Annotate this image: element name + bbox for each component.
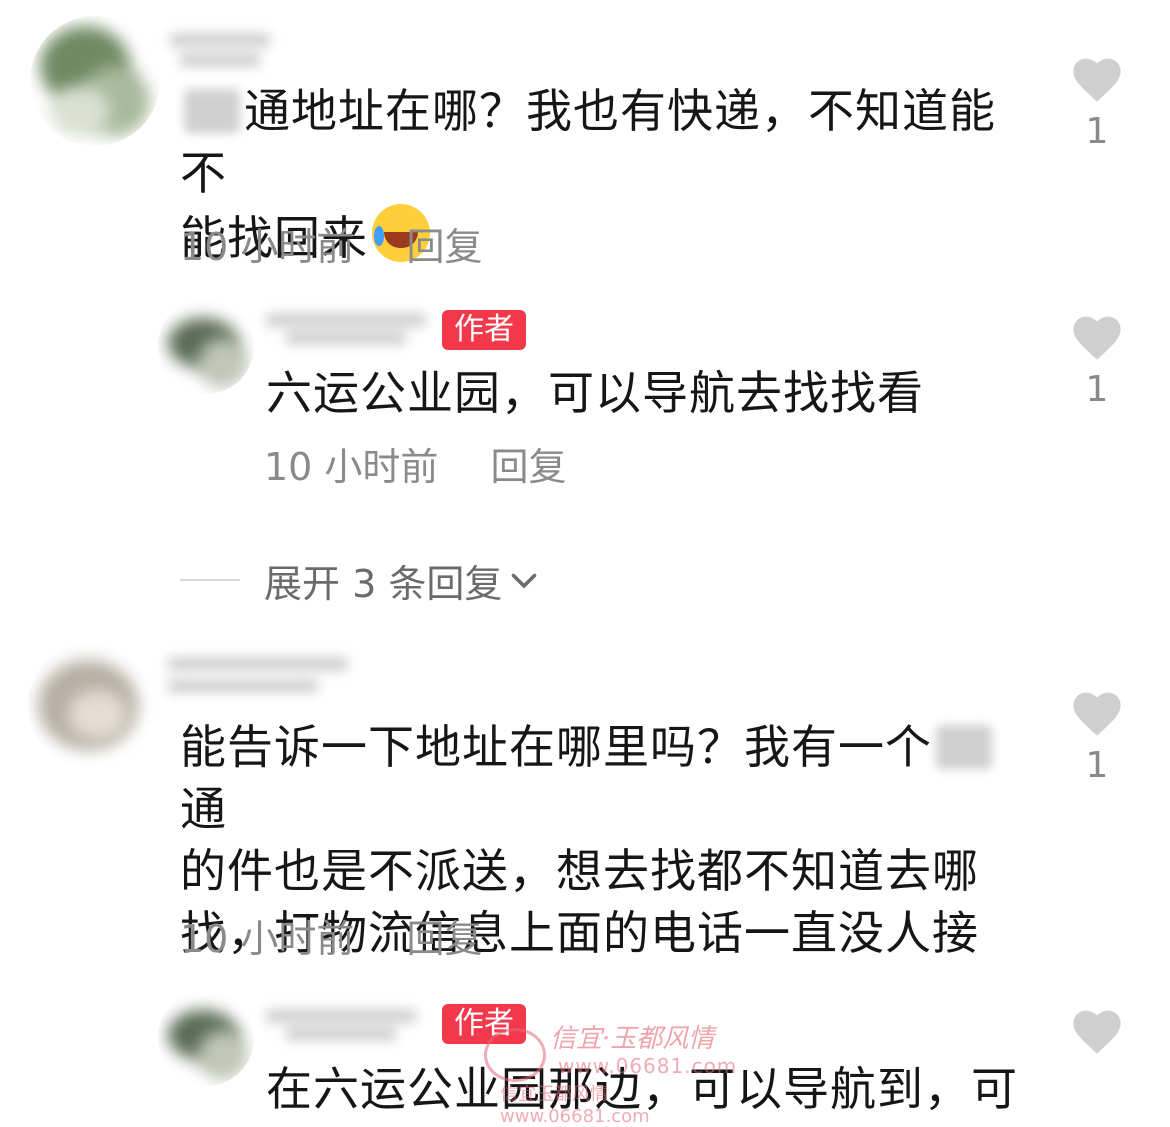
avatar[interactable] xyxy=(158,990,254,1086)
comment-text: 六运公业园，可以导航去找找看 xyxy=(266,366,924,420)
like-count: 1 xyxy=(1085,111,1109,152)
like-count: 1 xyxy=(1085,745,1109,786)
reply-button[interactable]: 回复 xyxy=(490,445,566,489)
comment-meta: 10 小时前 回复 xyxy=(264,442,566,492)
heart-icon xyxy=(1073,692,1121,736)
heart-icon xyxy=(1073,58,1121,102)
username-blurred[interactable] xyxy=(266,996,426,1046)
expand-replies-label: 展开 3 条回复 xyxy=(264,561,503,606)
avatar[interactable] xyxy=(28,640,158,770)
timestamp: 10 小时前 xyxy=(264,445,439,489)
redacted-text xyxy=(184,89,240,133)
heart-icon xyxy=(1073,1010,1121,1054)
watermark-url-secondary: 信宜玉都风情 www.06681.com xyxy=(500,1084,650,1127)
like-button[interactable] xyxy=(1062,1004,1132,1056)
like-button[interactable]: 1 xyxy=(1062,52,1132,154)
author-badge: 作者 xyxy=(442,310,526,350)
reply-button[interactable]: 回复 xyxy=(406,225,482,269)
like-button[interactable]: 1 xyxy=(1062,686,1132,788)
comment-meta: 10 小时前 回复 xyxy=(180,222,482,272)
watermark-logo-icon xyxy=(484,1028,546,1082)
chevron-down-icon xyxy=(512,573,537,589)
username-blurred[interactable] xyxy=(266,300,436,350)
timestamp: 10 小时前 xyxy=(180,917,355,961)
redacted-text xyxy=(936,725,992,769)
watermark-title: 信宜·玉都风情 xyxy=(550,1024,715,1054)
avatar[interactable] xyxy=(158,298,254,394)
timestamp: 10 小时前 xyxy=(180,225,355,269)
like-button[interactable]: 1 xyxy=(1062,310,1132,412)
reply-button[interactable]: 回复 xyxy=(406,917,482,961)
expand-replies-button[interactable]: 展开 3 条回复 xyxy=(180,552,542,608)
username-blurred[interactable] xyxy=(170,24,280,74)
divider xyxy=(180,579,240,581)
watermark-url: www.06681.com xyxy=(558,1054,738,1078)
comment-meta: 10 小时前 回复 xyxy=(180,914,482,964)
heart-icon xyxy=(1073,316,1121,360)
like-count: 1 xyxy=(1085,369,1109,410)
username-blurred[interactable] xyxy=(168,650,358,700)
avatar[interactable] xyxy=(30,16,160,146)
watermark: 信宜·玉都风情 www.06681.com 信宜玉都风情 www.06681.c… xyxy=(480,1016,740,1127)
